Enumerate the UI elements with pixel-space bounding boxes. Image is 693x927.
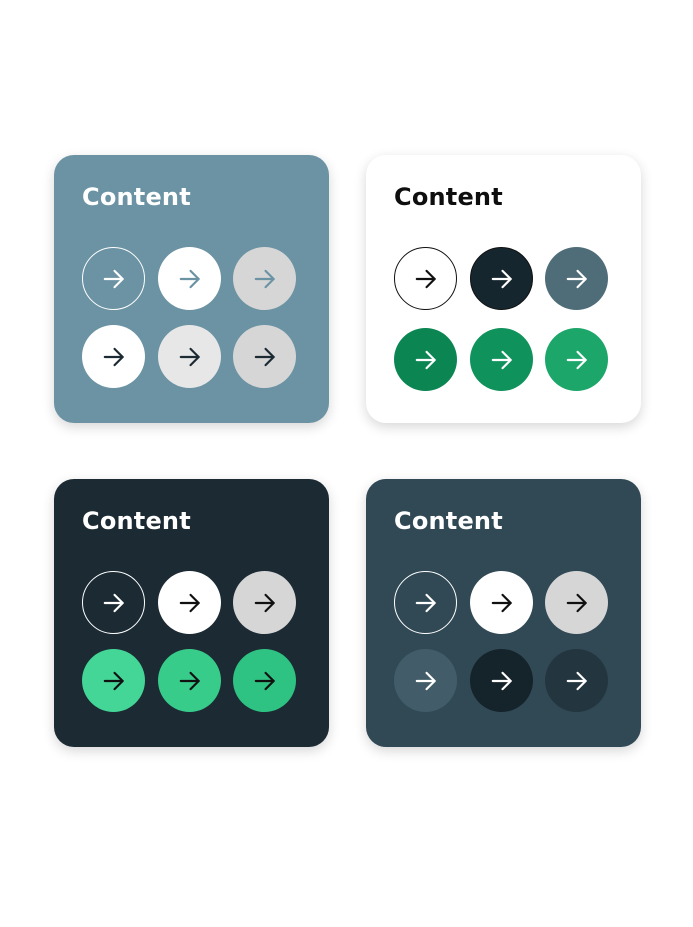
arrow-button[interactable] (470, 649, 533, 712)
arrow-button[interactable] (82, 325, 145, 388)
arrow-button[interactable] (394, 571, 457, 634)
arrow-button[interactable] (158, 325, 221, 388)
arrow-button[interactable] (233, 247, 296, 310)
arrow-button[interactable] (545, 328, 608, 391)
card-title: Content (82, 183, 191, 211)
arrow-right-icon (564, 266, 590, 292)
arrow-button[interactable] (394, 328, 457, 391)
arrow-button[interactable] (545, 247, 608, 310)
arrow-right-icon (101, 344, 127, 370)
arrow-right-icon (101, 590, 127, 616)
arrow-right-icon (252, 590, 278, 616)
content-card-4: Content (366, 479, 641, 747)
arrow-right-icon (564, 347, 590, 373)
arrow-button[interactable] (470, 571, 533, 634)
arrow-button[interactable] (158, 571, 221, 634)
arrow-button[interactable] (470, 328, 533, 391)
card-title: Content (394, 183, 503, 211)
arrow-right-icon (489, 590, 515, 616)
arrow-button[interactable] (82, 649, 145, 712)
arrow-right-icon (252, 266, 278, 292)
arrow-right-icon (252, 344, 278, 370)
arrow-button[interactable] (158, 649, 221, 712)
arrow-button[interactable] (470, 247, 533, 310)
arrow-right-icon (564, 668, 590, 694)
arrow-right-icon (177, 590, 203, 616)
card-title: Content (394, 507, 503, 535)
arrow-button[interactable] (82, 247, 145, 310)
arrow-right-icon (489, 266, 515, 292)
arrow-right-icon (489, 668, 515, 694)
content-card-1: Content (54, 155, 329, 423)
arrow-right-icon (252, 668, 278, 694)
arrow-button[interactable] (394, 247, 457, 310)
arrow-right-icon (177, 344, 203, 370)
arrow-right-icon (413, 266, 439, 292)
arrow-right-icon (101, 668, 127, 694)
arrow-button[interactable] (394, 649, 457, 712)
arrow-button[interactable] (545, 649, 608, 712)
arrow-right-icon (177, 668, 203, 694)
arrow-right-icon (177, 266, 203, 292)
arrow-button[interactable] (233, 571, 296, 634)
card-title: Content (82, 507, 191, 535)
arrow-button[interactable] (233, 325, 296, 388)
arrow-button[interactable] (82, 571, 145, 634)
content-card-2: Content (366, 155, 641, 423)
arrow-right-icon (564, 590, 590, 616)
arrow-right-icon (413, 668, 439, 694)
arrow-right-icon (413, 347, 439, 373)
arrow-right-icon (413, 590, 439, 616)
arrow-right-icon (489, 347, 515, 373)
arrow-right-icon (101, 266, 127, 292)
arrow-button[interactable] (233, 649, 296, 712)
arrow-button[interactable] (158, 247, 221, 310)
arrow-button[interactable] (545, 571, 608, 634)
content-card-3: Content (54, 479, 329, 747)
